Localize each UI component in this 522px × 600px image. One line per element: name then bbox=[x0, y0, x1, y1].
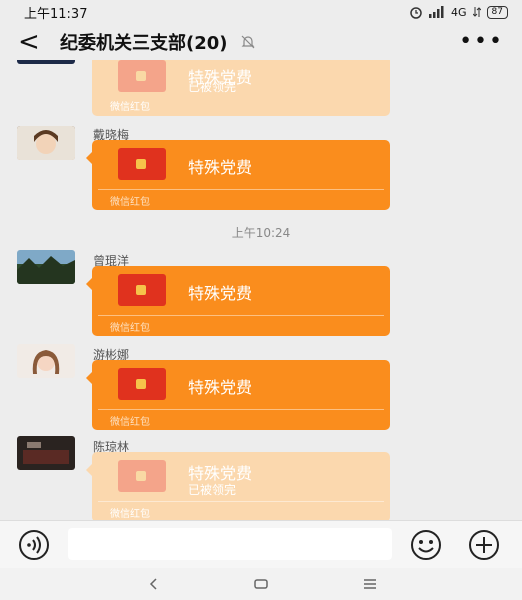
system-nav-bar bbox=[0, 568, 522, 600]
packet-footer: 微信红包 bbox=[110, 323, 150, 334]
packet-footer: 微信红包 bbox=[110, 417, 150, 428]
red-envelope-icon bbox=[118, 274, 166, 306]
red-packet[interactable]: 特殊党费 微信红包 bbox=[86, 266, 390, 336]
red-envelope-icon bbox=[118, 460, 166, 492]
packet-title: 特殊党费 bbox=[188, 378, 253, 397]
message-list[interactable]: 特殊党费 已被领完 微信红包 戴晓梅 特殊党费 微信红包 上午10:24 曾琨洋… bbox=[0, 60, 522, 520]
nav-home-icon[interactable] bbox=[253, 576, 269, 592]
message-input[interactable] bbox=[68, 528, 392, 560]
red-packet[interactable]: 特殊党费 微信红包 bbox=[86, 140, 390, 210]
red-packet[interactable]: 特殊党费 微信红包 bbox=[86, 360, 390, 430]
data-transfer-icon bbox=[472, 7, 481, 17]
chat-header: < 纪委机关三支部(20) ••• bbox=[0, 24, 522, 60]
alarm-icon bbox=[410, 7, 422, 19]
red-packet[interactable]: 特殊党费 已被领完 微信红包 bbox=[86, 452, 390, 520]
packet-status: 已被领完 bbox=[188, 80, 237, 94]
nav-menu-icon[interactable] bbox=[362, 576, 378, 592]
emoji-icon[interactable] bbox=[408, 527, 444, 563]
avatar[interactable] bbox=[17, 250, 75, 284]
packet-status: 已被领完 bbox=[188, 483, 237, 497]
packet-title: 特殊党费 bbox=[188, 158, 253, 177]
status-time: 上午11:37 bbox=[24, 6, 88, 22]
more-icon[interactable]: ••• bbox=[459, 31, 504, 53]
packet-footer: 微信红包 bbox=[110, 102, 150, 113]
red-packet[interactable]: 特殊党费 已被领完 微信红包 bbox=[92, 60, 390, 116]
voice-icon[interactable] bbox=[16, 527, 52, 563]
red-envelope-icon bbox=[118, 60, 166, 92]
avatar[interactable] bbox=[17, 126, 75, 160]
back-icon[interactable]: < bbox=[18, 27, 54, 57]
packet-footer: 微信红包 bbox=[110, 509, 150, 520]
nav-back-icon[interactable] bbox=[146, 576, 162, 592]
avatar[interactable] bbox=[17, 344, 75, 378]
packet-footer: 微信红包 bbox=[110, 197, 150, 208]
signal-icon bbox=[429, 6, 444, 18]
network-type: 4G bbox=[451, 5, 467, 19]
message-timestamp: 上午10:24 bbox=[231, 226, 291, 240]
avatar[interactable] bbox=[17, 436, 75, 470]
mute-icon bbox=[241, 35, 254, 49]
status-bar: 上午11:37 4G 87 bbox=[0, 0, 522, 24]
red-envelope-icon bbox=[118, 148, 166, 180]
status-icons: 4G 87 bbox=[409, 5, 508, 19]
packet-title: 特殊党费 bbox=[188, 284, 253, 303]
chat-title: 纪委机关三支部(20) bbox=[60, 33, 228, 54]
avatar[interactable] bbox=[17, 60, 75, 64]
input-bar bbox=[0, 520, 522, 568]
plus-icon[interactable] bbox=[466, 527, 502, 563]
battery-level: 87 bbox=[486, 5, 508, 19]
red-envelope-icon bbox=[118, 368, 166, 400]
